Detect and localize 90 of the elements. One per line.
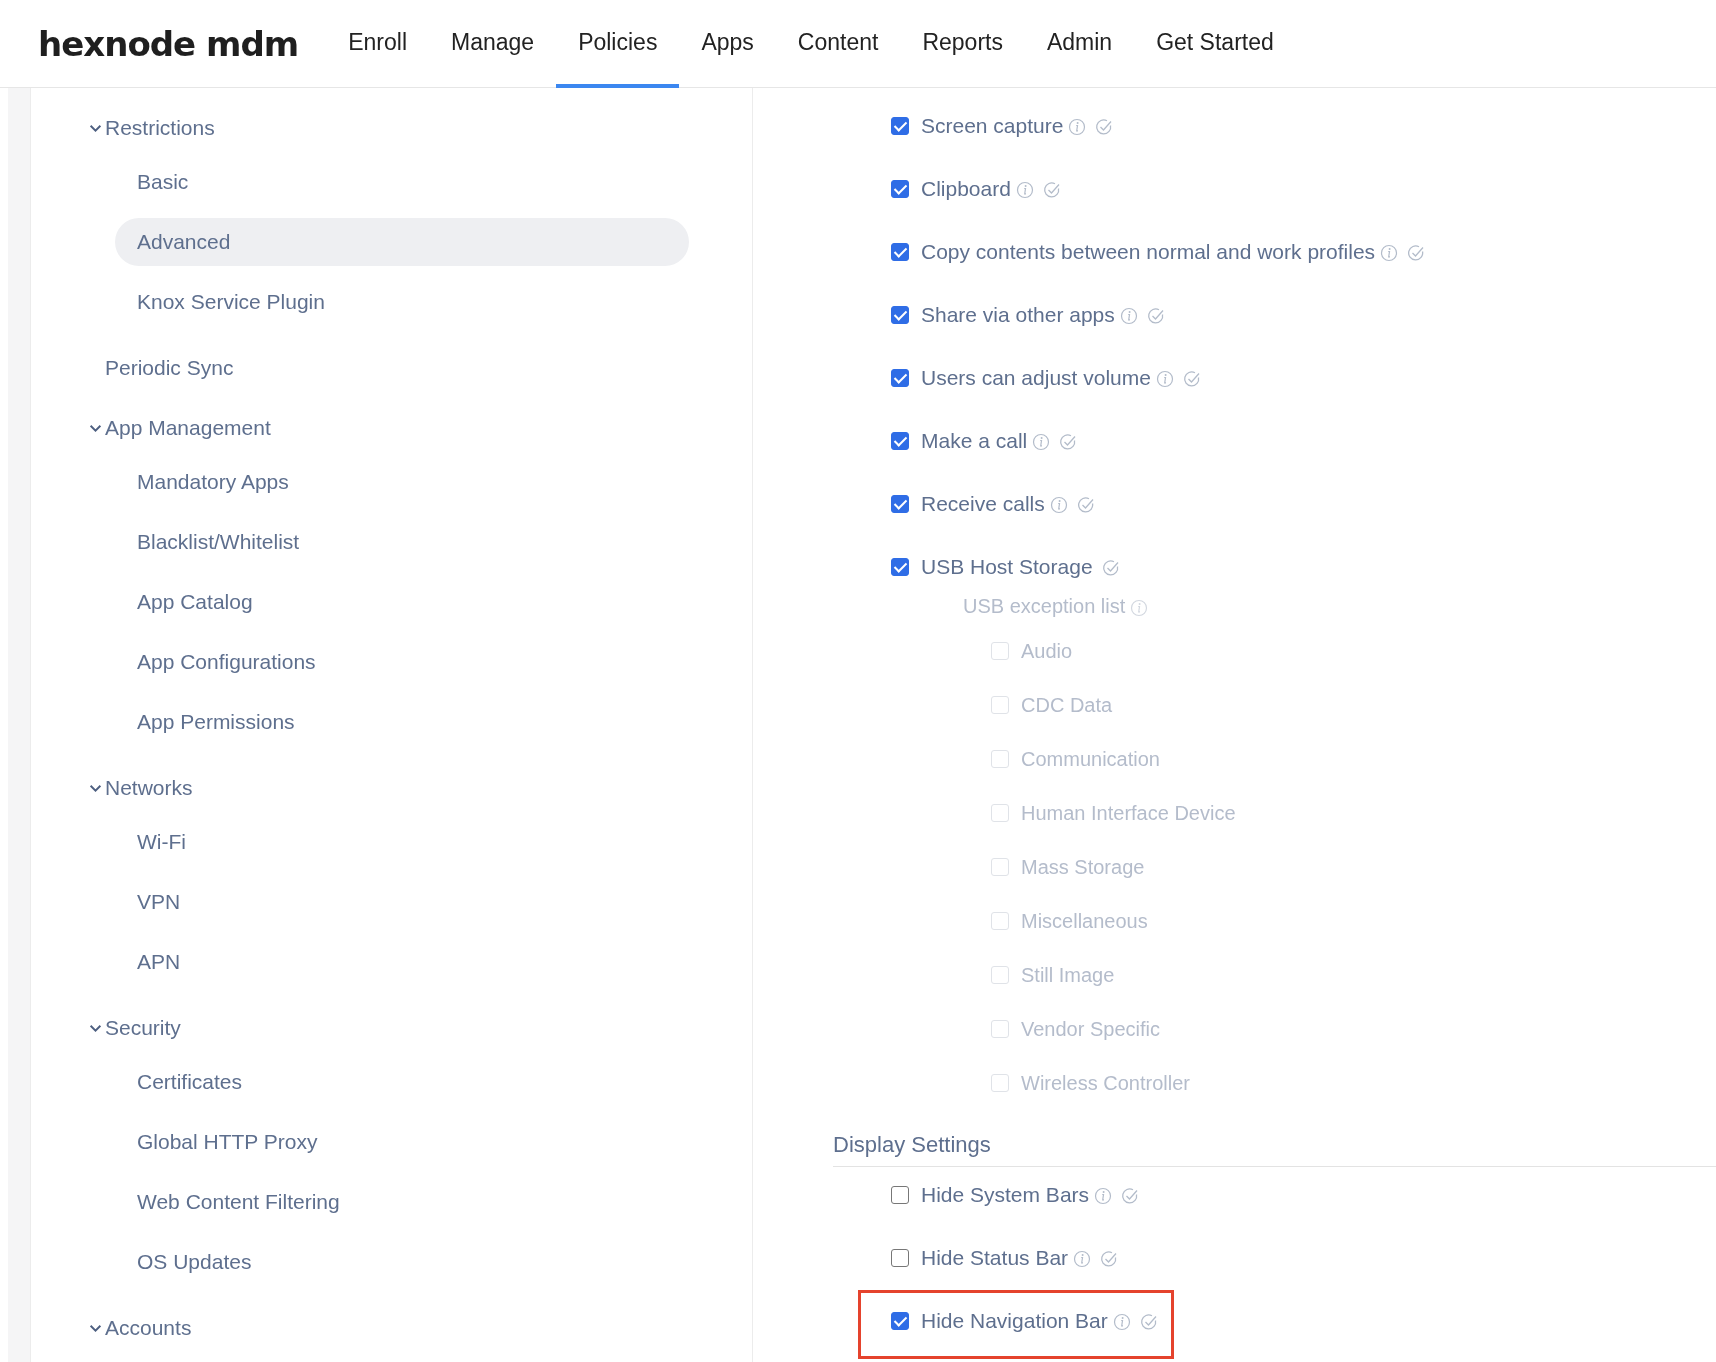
sidebar-item[interactable]: Certificates: [115, 1058, 689, 1106]
checkbox[interactable]: [891, 1186, 909, 1204]
chevron-down-icon[interactable]: [89, 423, 102, 433]
sidebar-group[interactable]: Periodic Sync: [105, 356, 234, 380]
sidebar-item[interactable]: Mandatory Apps: [115, 458, 689, 506]
option-label: Screen capture: [921, 113, 1064, 139]
check-circle-icon: [1076, 496, 1095, 514]
info-icon[interactable]: [1112, 1313, 1131, 1331]
nav-tab[interactable]: Content: [775, 0, 901, 88]
checkbox[interactable]: [891, 306, 909, 324]
hexnode-logo[interactable]: hexnode mdm: [38, 23, 299, 64]
option-label: Human Interface Device: [1021, 801, 1236, 825]
option-label: Hide Status Bar: [921, 1245, 1069, 1271]
nav-tab[interactable]: Apps: [679, 0, 776, 88]
check-circle-icon: [1139, 1313, 1158, 1331]
checkbox[interactable]: [891, 117, 909, 135]
info-icon[interactable]: [1073, 1250, 1092, 1268]
sidebar-group[interactable]: Security: [105, 1016, 181, 1040]
sidebar-item[interactable]: Advanced: [115, 218, 689, 266]
nav-tab[interactable]: Enroll: [326, 0, 429, 88]
sidebar-item[interactable]: Global HTTP Proxy: [115, 1118, 689, 1166]
option-label: Copy contents between normal and work profiles: [921, 239, 1376, 265]
sidebar-item[interactable]: Knox Service Plugin: [115, 278, 689, 326]
option-label: Communication: [1021, 747, 1160, 771]
checkbox[interactable]: [891, 369, 909, 387]
checkbox[interactable]: [891, 180, 909, 198]
sidebar-item[interactable]: Basic: [115, 158, 689, 206]
info-icon[interactable]: [1032, 433, 1051, 451]
option-label: Hide System Bars: [921, 1182, 1090, 1208]
sidebar-item[interactable]: Wi-Fi: [115, 818, 689, 866]
sidebar-group[interactable]: Networks: [105, 776, 193, 800]
chevron-down-icon[interactable]: [89, 1323, 102, 1333]
option-label: Make a call: [921, 428, 1028, 454]
info-icon[interactable]: [1094, 1187, 1113, 1205]
check-circle-icon: [1182, 370, 1201, 388]
check-circle-icon: [1101, 559, 1120, 577]
info-icon[interactable]: [1155, 370, 1174, 388]
option-label: Share via other apps: [921, 302, 1115, 328]
checkbox[interactable]: [891, 1312, 909, 1330]
sidebar-item[interactable]: Web Content Filtering: [115, 1178, 689, 1226]
sidebar-item[interactable]: OS Updates: [115, 1238, 689, 1286]
checkbox[interactable]: [891, 495, 909, 513]
check-circle-icon: [1042, 181, 1061, 199]
checkbox[interactable]: [891, 243, 909, 261]
sidebar-group[interactable]: Restrictions: [105, 116, 215, 140]
sidebar-item[interactable]: App Permissions: [115, 698, 689, 746]
info-icon[interactable]: [1119, 307, 1138, 325]
info-icon[interactable]: [1380, 244, 1399, 262]
sidebar-item[interactable]: App Catalog: [115, 578, 689, 626]
sidebar-group[interactable]: App Management: [105, 416, 271, 440]
option-label: Clipboard: [921, 176, 1011, 202]
sidebar-item[interactable]: Blacklist/Whitelist: [115, 518, 689, 566]
option-label: Hide Navigation Bar: [921, 1308, 1108, 1334]
nav-tab[interactable]: Admin: [1024, 0, 1135, 88]
option-label: Wireless Controller: [1021, 1071, 1190, 1095]
chevron-down-icon[interactable]: [89, 783, 102, 793]
nav-tab[interactable]: Manage: [429, 0, 557, 88]
check-circle-icon: [1146, 307, 1165, 325]
info-icon[interactable]: [1130, 599, 1149, 617]
info-icon[interactable]: [1049, 496, 1068, 514]
check-circle-icon: [1121, 1187, 1140, 1205]
checkbox[interactable]: [891, 558, 909, 576]
check-circle-icon: [1100, 1250, 1119, 1268]
option-label: Vendor Specific: [1021, 1017, 1160, 1041]
chevron-down-icon[interactable]: [89, 123, 102, 133]
exception-list-label: USB exception list: [963, 594, 1126, 618]
nav-tab[interactable]: Policies: [556, 0, 680, 88]
nav-tab[interactable]: Get Started: [1134, 0, 1296, 88]
section-heading: Display Settings: [833, 1110, 1716, 1167]
option-label: USB Host Storage: [921, 554, 1093, 580]
checkbox[interactable]: [891, 1249, 909, 1267]
option-label: Users can adjust volume: [921, 365, 1151, 391]
option-label: Still Image: [1021, 963, 1115, 987]
option-label: Audio: [1021, 639, 1073, 663]
check-circle-icon: [1407, 244, 1426, 262]
chevron-down-icon[interactable]: [89, 1023, 102, 1033]
check-circle-icon: [1095, 118, 1114, 136]
option-label: Miscellaneous: [1021, 909, 1148, 933]
sidebar-item[interactable]: APN: [115, 938, 689, 986]
sidebar-item[interactable]: App Configurations: [115, 638, 689, 686]
check-circle-icon: [1059, 433, 1078, 451]
info-icon[interactable]: [1015, 181, 1034, 199]
checkbox[interactable]: [891, 432, 909, 450]
option-label: CDC Data: [1021, 693, 1113, 717]
option-label: Mass Storage: [1021, 855, 1145, 879]
info-icon[interactable]: [1068, 118, 1087, 136]
sidebar-group[interactable]: Accounts: [105, 1316, 192, 1340]
option-label: Receive calls: [921, 491, 1045, 517]
sidebar-item[interactable]: VPN: [115, 878, 689, 926]
nav-tab[interactable]: Reports: [900, 0, 1025, 88]
